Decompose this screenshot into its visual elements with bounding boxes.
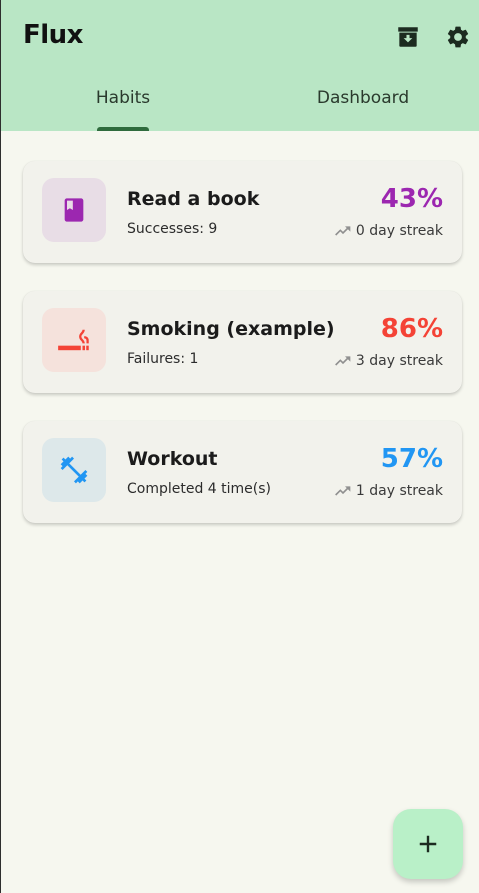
habit-streak: 0 day streak bbox=[335, 223, 443, 239]
streak-label: 1 day streak bbox=[355, 483, 443, 499]
streak-label: 3 day streak bbox=[355, 353, 443, 369]
archive-icon bbox=[398, 27, 418, 47]
trending-up-icon bbox=[335, 226, 351, 236]
book-icon bbox=[64, 198, 84, 222]
habit-percentage: 86% bbox=[380, 314, 443, 344]
app-screen: Flux Habits Dashboard Read a book Succes… bbox=[0, 0, 479, 893]
tab-dashboard-label: Dashboard bbox=[316, 88, 410, 108]
habit-icon-container bbox=[42, 178, 106, 242]
tab-habits-label: Habits bbox=[95, 88, 151, 108]
trending-up-icon bbox=[335, 486, 351, 496]
habit-percentage: 43% bbox=[380, 184, 443, 214]
tab-dashboard[interactable]: Dashboard bbox=[291, 88, 435, 131]
habit-name: Smoking (example) bbox=[127, 318, 335, 340]
habit-card-read-a-book[interactable]: Read a book Successes: 9 43% 0 day strea… bbox=[23, 161, 462, 263]
habit-name: Read a book bbox=[127, 188, 260, 210]
app-title: Flux bbox=[23, 20, 83, 50]
habit-stat: Failures: 1 bbox=[127, 351, 199, 367]
streak-label: 0 day streak bbox=[355, 223, 443, 239]
plus-icon bbox=[419, 835, 437, 853]
habit-name: Workout bbox=[127, 448, 218, 470]
habit-streak: 1 day streak bbox=[335, 483, 443, 499]
habit-percentage: 57% bbox=[380, 444, 443, 474]
dumbbell-icon bbox=[60, 456, 88, 484]
habit-card-workout[interactable]: Workout Completed 4 time(s) 57% 1 day st… bbox=[23, 421, 462, 523]
add-habit-button[interactable] bbox=[393, 809, 463, 879]
archive-button[interactable] bbox=[393, 22, 423, 52]
habit-stat: Completed 4 time(s) bbox=[127, 481, 272, 497]
habit-icon-container bbox=[42, 308, 106, 372]
top-app-bar: Flux Habits Dashboard bbox=[1, 0, 479, 131]
habit-card-smoking[interactable]: Smoking (example) Failures: 1 86% 3 day … bbox=[23, 291, 462, 393]
settings-button[interactable] bbox=[443, 22, 473, 52]
smoking-icon bbox=[58, 329, 89, 351]
habit-streak: 3 day streak bbox=[335, 353, 443, 369]
active-tab-indicator bbox=[97, 127, 149, 131]
tab-habits[interactable]: Habits bbox=[71, 88, 175, 131]
trending-up-icon bbox=[335, 356, 351, 366]
gear-icon bbox=[447, 26, 469, 48]
habit-icon-container bbox=[42, 438, 106, 502]
habit-stat: Successes: 9 bbox=[127, 221, 218, 237]
